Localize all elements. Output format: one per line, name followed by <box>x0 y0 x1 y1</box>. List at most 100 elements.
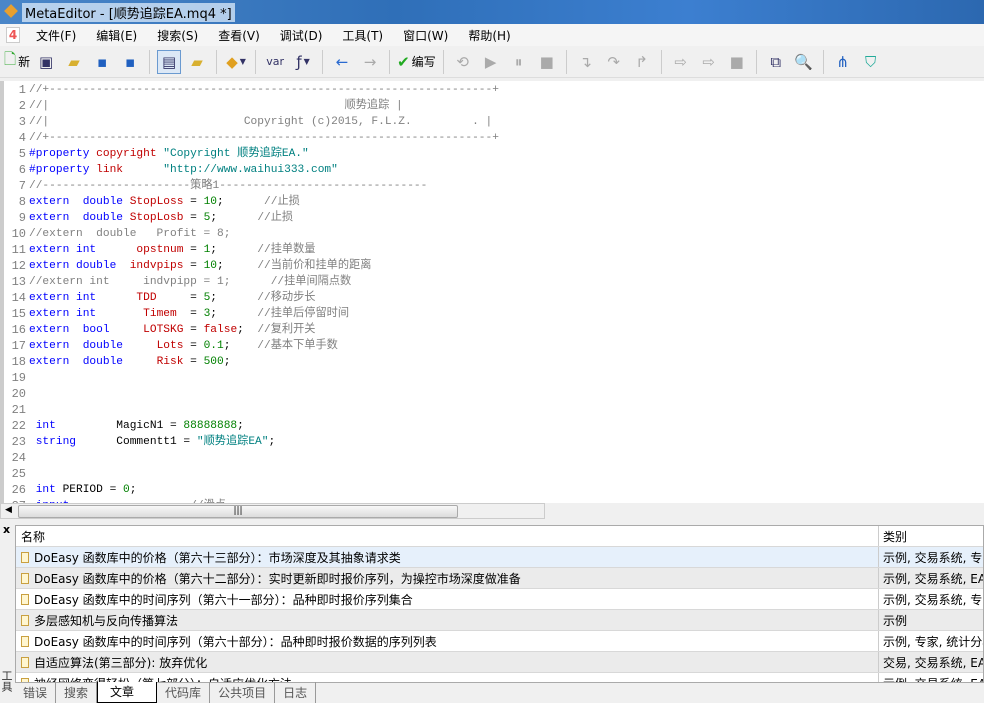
profile-stop-button[interactable]: ■ <box>725 50 749 74</box>
step-out-icon: ↱ <box>635 52 648 71</box>
list-item[interactable]: DoEasy 函数库中的价格（第六十二部分）：实时更新即时报价序列，为操控市场深… <box>16 568 983 589</box>
code-line[interactable]: int PERIOD = 0; <box>29 482 137 498</box>
article-category: 示例, 专家, 统计分析 <box>883 634 984 649</box>
profile-icon: ⇨ <box>674 52 687 71</box>
menu-view[interactable]: 查看(V) <box>208 27 270 44</box>
horizontal-scrollbar[interactable]: ◀ ||| <box>0 503 545 519</box>
folders-button[interactable]: ▰ <box>185 50 209 74</box>
list-item[interactable]: DoEasy 函数库中的时间序列（第六十一部分）：品种即时报价序列集合 示例, 交… <box>16 589 983 610</box>
code-line[interactable]: #property link "http://www.waihui333.com… <box>29 162 338 178</box>
list-item[interactable]: DoEasy 函数库中的价格（第六十三部分）：市场深度及其抽象请求类 示例, 交易… <box>16 547 983 568</box>
column-header-category[interactable]: 类别 <box>879 526 983 546</box>
menu-tools[interactable]: 工具(T) <box>332 27 393 44</box>
code-line[interactable]: extern int opstnum = 1; //挂单数量 <box>29 242 315 258</box>
profile-real-button[interactable]: ⇨ <box>697 50 721 74</box>
window-layout-icon: ▤ <box>161 52 177 71</box>
code-line[interactable]: //extern int indvpipp = 1; //挂单间隔点数 <box>29 274 351 290</box>
code-line[interactable]: //+-------------------------------------… <box>29 82 499 98</box>
list-item[interactable]: 多层感知机与反向传播算法 示例 <box>16 610 983 631</box>
document-icon[interactable]: 4 <box>6 27 20 43</box>
menu-window[interactable]: 窗口(W) <box>393 27 458 44</box>
tab-1[interactable]: 搜索 <box>56 682 98 703</box>
start-button[interactable]: ▶ <box>479 50 503 74</box>
step-into-button[interactable]: ↴ <box>574 50 598 74</box>
new-project-button[interactable]: ▣ <box>34 50 58 74</box>
tab-5[interactable]: 日志 <box>275 682 317 703</box>
code-line[interactable]: extern double StopLoss = 10; //止损 <box>29 194 300 210</box>
stop-button[interactable]: ■ <box>535 50 559 74</box>
back-button[interactable]: ← <box>330 50 354 74</box>
code-line[interactable]: //----------------------策略1-------------… <box>29 178 427 194</box>
insert-function-button[interactable]: ƒ ▼ <box>291 50 315 74</box>
code-line[interactable]: extern double StopLosb = 5; //止损 <box>29 210 293 226</box>
code-line[interactable]: //| 顺势追踪 | <box>29 98 403 114</box>
code-line[interactable]: #property copyright "Copyright 顺势追踪EA." <box>29 146 309 162</box>
save-all-button[interactable]: ▪ <box>118 50 142 74</box>
menu-file[interactable]: 文件(F) <box>26 27 86 44</box>
scroll-left-icon[interactable]: ◀ <box>5 505 12 515</box>
bookmark-button[interactable]: ◆ ▼ <box>224 50 248 74</box>
column-header-name[interactable]: 名称 <box>16 526 879 546</box>
article-title: 多层感知机与反向传播算法 <box>34 613 179 628</box>
code-token: ; <box>129 484 137 496</box>
code-line[interactable]: //+-------------------------------------… <box>29 130 499 146</box>
article-name-cell: DoEasy 函数库中的价格（第六十二部分）：实时更新即时报价序列，为操控市场深… <box>16 568 879 588</box>
window-title: MetaEditor - [顺势追踪EA.mq4 *] <box>22 3 235 22</box>
open-button[interactable]: ▰ <box>62 50 86 74</box>
code-token: #property <box>29 164 97 176</box>
code-token: ; <box>268 436 276 448</box>
shield-button[interactable]: ⛉ <box>859 50 883 74</box>
find-button[interactable]: 🔍 <box>792 50 816 74</box>
document-icon <box>21 614 29 626</box>
save-button[interactable]: ▪ <box>90 50 114 74</box>
tab-0[interactable]: 错误 <box>15 682 57 703</box>
pause-button[interactable]: ⏸ <box>507 50 531 74</box>
step-out-button[interactable]: ↱ <box>630 50 654 74</box>
divider <box>216 49 218 74</box>
compile-button[interactable]: ✔ 编写 <box>397 50 436 74</box>
tab-4[interactable]: 公共项目 <box>210 682 276 703</box>
code-line[interactable]: int MagicN1 = 88888888; <box>29 418 244 434</box>
code-line[interactable]: //extern double Profit = 8; <box>29 226 230 242</box>
code-token: extern int <box>29 308 144 320</box>
code-line[interactable]: extern double indvpips = 10; //当前价和挂单的距离 <box>29 258 371 274</box>
forward-button[interactable]: → <box>358 50 382 74</box>
close-panel-button[interactable]: x <box>3 523 10 536</box>
step-over-button[interactable]: ↷ <box>602 50 626 74</box>
copy-button[interactable]: ⧉ <box>764 50 788 74</box>
article-title: 自适应算法(第三部分): 放弃优化 <box>34 655 208 670</box>
navigator-button[interactable]: ▤ <box>157 49 182 74</box>
profile-start-button[interactable]: ⇨ <box>669 50 693 74</box>
code-token: //基本下单手数 <box>230 340 338 352</box>
code-line[interactable]: extern bool LOTSKG = false; //复利开关 <box>29 322 316 338</box>
code-token: int <box>29 420 56 432</box>
list-item[interactable]: DoEasy 函数库中的时间序列（第六十部分）：品种即时报价数据的序列列表 示例,… <box>16 631 984 652</box>
code-token: 10 <box>203 196 218 208</box>
insert-variable-button[interactable]: var <box>263 50 287 74</box>
menu-help[interactable]: 帮助(H) <box>458 27 520 44</box>
article-name-cell: DoEasy 函数库中的价格（第六十三部分）：市场深度及其抽象请求类 <box>16 547 879 567</box>
tab-3[interactable]: 代码库 <box>157 682 211 703</box>
code-line[interactable]: string Commentt1 = "顺势追踪EA"; <box>29 434 275 450</box>
menu-debug[interactable]: 调试(D) <box>270 27 333 44</box>
menu-bar: 4 文件(F) 编辑(E) 搜索(S) 查看(V) 调试(D) 工具(T) 窗口… <box>0 24 984 46</box>
code-line[interactable]: extern int TDD = 5; //移动步长 <box>29 290 315 306</box>
code-token: //挂单数量 <box>217 244 316 256</box>
menu-search[interactable]: 搜索(S) <box>147 27 208 44</box>
line-number: 26 <box>11 483 26 497</box>
code-token: Lots <box>156 340 184 352</box>
scrollbar-thumb[interactable]: ||| <box>18 505 458 518</box>
document-icon <box>21 635 29 647</box>
restart-button[interactable]: ⟲ <box>451 50 475 74</box>
list-item[interactable]: 自适应算法(第三部分): 放弃优化 交易, 交易系统, EA <box>16 652 983 673</box>
code-line[interactable]: extern double Lots = 0.1; //基本下单手数 <box>29 338 338 354</box>
tab-2[interactable]: 文章 <box>97 682 158 703</box>
code-line[interactable]: extern int Timem = 3; //挂单后停留时间 <box>29 306 349 322</box>
menu-edit[interactable]: 编辑(E) <box>86 27 147 44</box>
code-line[interactable]: extern double Risk = 500; <box>29 354 230 370</box>
code-line[interactable]: //| Copyright (c)2015, F.L.Z. . | <box>29 114 492 130</box>
code-editor[interactable]: 1 2 3 4 5 6 7 8 9 10 11 12 13 14 15 16 17 18 19 20 21 22 23 24 2… <box>0 81 984 503</box>
new-button[interactable]: 🗋 新 <box>4 50 30 74</box>
code-token: //| Copyright (c)2015, F.L.Z. . | <box>29 116 493 128</box>
styler-button[interactable]: ⋔ <box>831 50 855 74</box>
